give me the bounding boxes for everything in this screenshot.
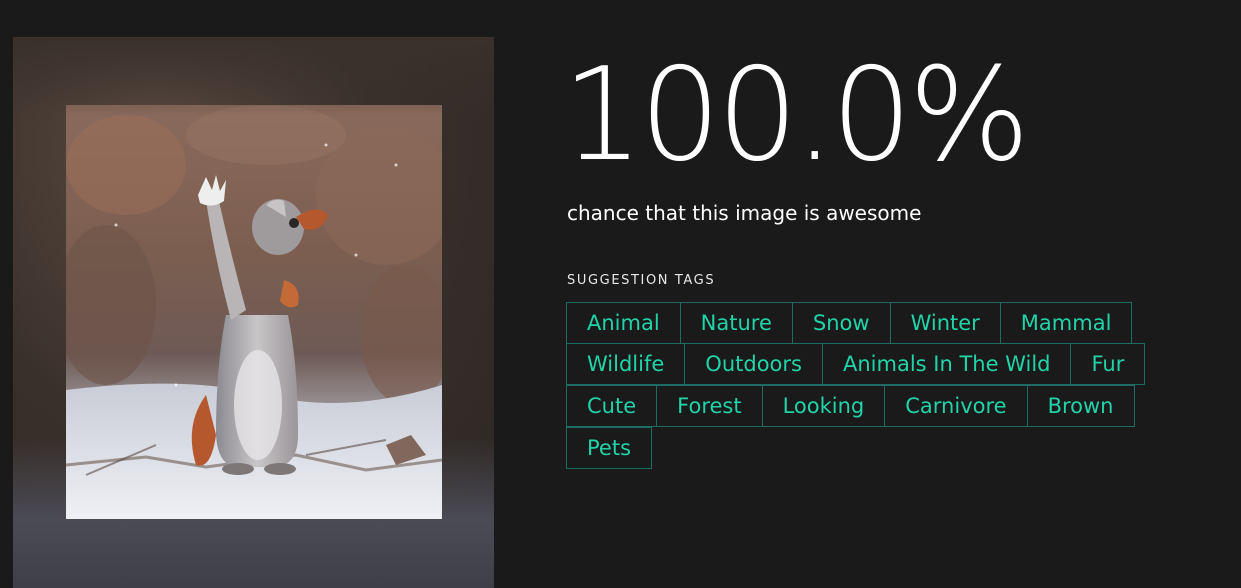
page: 100.0% chance that this image is awesome… — [0, 0, 1241, 588]
tag-winter[interactable]: Winter — [889, 302, 1001, 344]
tag-carnivore[interactable]: Carnivore — [884, 385, 1028, 427]
tag-nature[interactable]: Nature — [679, 302, 793, 344]
tag-mammal[interactable]: Mammal — [999, 302, 1133, 344]
tag-fur[interactable]: Fur — [1070, 343, 1146, 385]
tag-snow[interactable]: Snow — [791, 302, 891, 344]
tag-pets[interactable]: Pets — [566, 427, 653, 469]
tag-wildlife[interactable]: Wildlife — [566, 343, 686, 385]
tag-looking[interactable]: Looking — [761, 385, 886, 427]
tag-row: Cute Forest Looking Carnivore Brown — [566, 385, 1145, 428]
tag-row: Wildlife Outdoors Animals In The Wild Fu… — [566, 343, 1146, 386]
image-backdrop — [13, 37, 494, 588]
tag-row: Pets — [566, 427, 1145, 470]
tag-outdoors[interactable]: Outdoors — [684, 343, 823, 385]
suggestion-tags: Animal Nature Snow Winter Mammal Wildlif… — [566, 302, 1146, 470]
tags-heading: SUGGESTION TAGS — [567, 273, 716, 288]
score-subtitle: chance that this image is awesome — [567, 201, 922, 225]
squirrel-photo — [66, 105, 442, 519]
tag-brown[interactable]: Brown — [1026, 385, 1135, 427]
tag-forest[interactable]: Forest — [656, 385, 763, 427]
tag-animal[interactable]: Animal — [566, 302, 681, 344]
tag-animals-in-the-wild[interactable]: Animals In The Wild — [821, 343, 1072, 385]
tag-cute[interactable]: Cute — [566, 385, 658, 427]
awesome-score: 100.0% — [562, 41, 1030, 190]
tag-row: Animal Nature Snow Winter Mammal — [566, 302, 1145, 344]
